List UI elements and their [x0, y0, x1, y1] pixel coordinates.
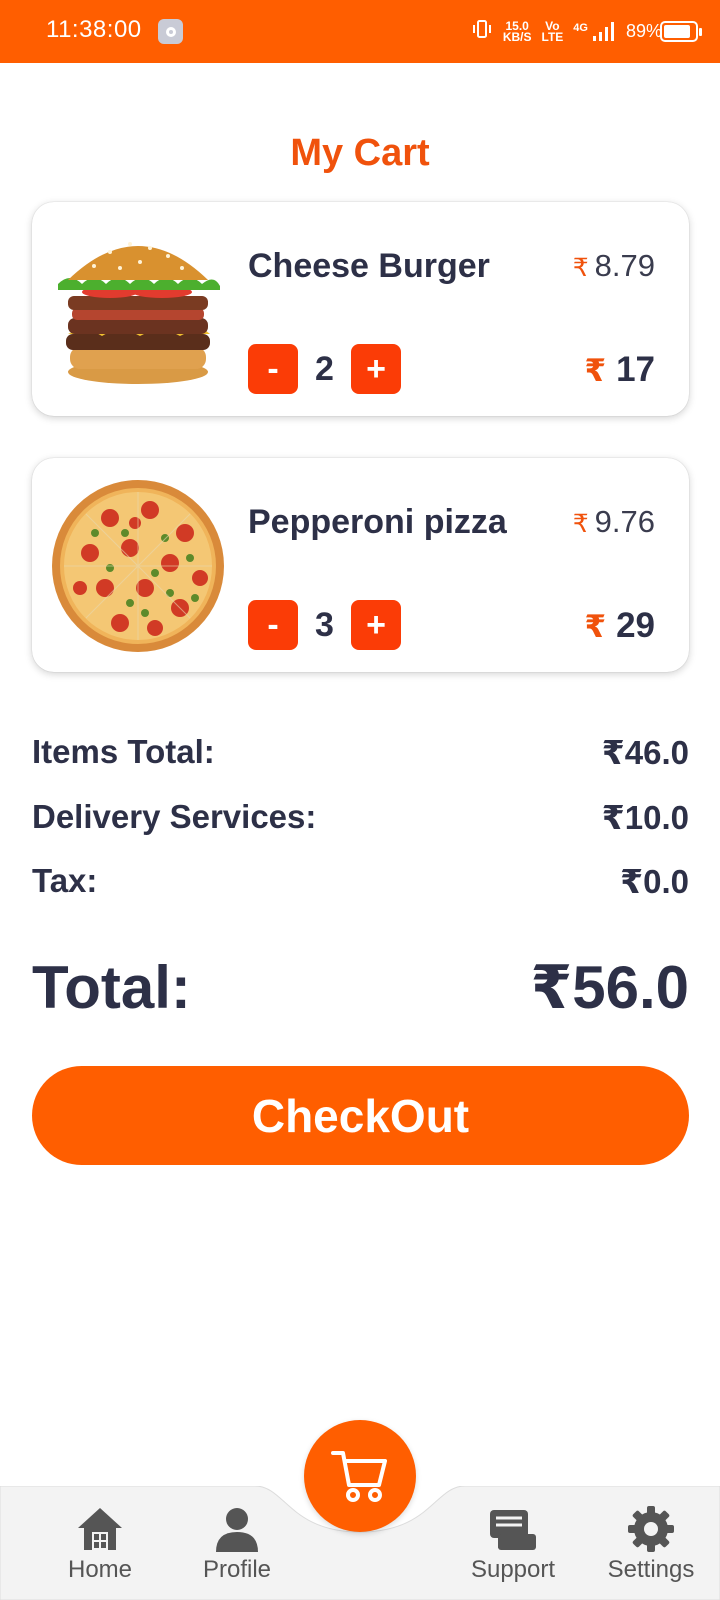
line-total: ₹17: [584, 350, 655, 390]
grand-total-row: Total: ₹56.0: [32, 953, 689, 1023]
tax-row: Tax: ₹0.0: [32, 862, 689, 901]
signal-icon: 4G: [573, 21, 616, 42]
pizza-image: [52, 480, 224, 652]
cart-item-card: Pepperoni pizza ₹9.76 - 3 + ₹29: [32, 458, 689, 672]
rupee-symbol: ₹: [572, 510, 589, 538]
increase-quantity-button[interactable]: +: [351, 600, 401, 650]
decrease-quantity-button[interactable]: -: [248, 344, 298, 394]
settings-notification-icon: [158, 19, 183, 44]
nav-label: Home: [67, 1556, 133, 1583]
rupee-symbol: ₹: [584, 609, 607, 644]
line-total: ₹29: [584, 606, 655, 646]
unit-price-value: 8.79: [594, 248, 655, 283]
delivery-row: Delivery Services: ₹10.0: [32, 798, 689, 837]
unit-price: ₹8.79: [573, 248, 655, 284]
status-indicators: 15.0 KB/S Vo LTE 4G 89%: [471, 18, 662, 45]
increase-quantity-button[interactable]: +: [351, 344, 401, 394]
decrease-quantity-button[interactable]: -: [248, 600, 298, 650]
cart-button[interactable]: [304, 1420, 416, 1532]
delivery-label: Delivery Services:: [32, 798, 317, 835]
volte-bottom: LTE: [541, 29, 564, 44]
unit-price-value: 9.76: [594, 504, 655, 539]
rupee-symbol: ₹: [584, 353, 607, 388]
line-total-value: 29: [616, 606, 655, 645]
tax-label: Tax:: [32, 862, 98, 899]
delivery-value: ₹10.0: [601, 799, 689, 836]
home-icon: [78, 1508, 122, 1550]
battery-icon: [660, 21, 702, 42]
chat-icon: [490, 1510, 536, 1550]
network-speed: 15.0 KB/S: [502, 20, 532, 44]
burger-image: [58, 242, 220, 384]
checkout-button[interactable]: CheckOut: [32, 1066, 689, 1165]
item-name: Pepperoni pizza: [248, 503, 507, 541]
page-title: My Cart: [290, 132, 430, 174]
nav-home[interactable]: Home: [40, 1504, 160, 1584]
items-total-value: ₹46.0: [601, 734, 689, 771]
nav-settings[interactable]: Settings: [591, 1504, 711, 1584]
gear-icon: [628, 1506, 674, 1552]
nav-profile[interactable]: Profile: [177, 1504, 297, 1584]
items-total-label: Items Total:: [32, 733, 215, 770]
cart-item-card: Cheese Burger ₹8.79 - 2 + ₹17: [32, 202, 689, 416]
quantity-value: 2: [315, 350, 334, 388]
status-time: 11:38:00: [46, 16, 142, 43]
nav-support[interactable]: Support: [453, 1504, 573, 1584]
total-value: ₹56.0: [530, 954, 689, 1021]
line-total-value: 17: [616, 350, 655, 389]
rupee-symbol: ₹: [572, 254, 589, 282]
status-bar: 11:38:00 15.0 KB/S Vo LTE 4G 89%: [0, 0, 720, 63]
unit-price: ₹9.76: [573, 504, 655, 540]
nav-label: Settings: [607, 1556, 695, 1583]
total-label: Total:: [32, 954, 191, 1021]
items-total-row: Items Total: ₹46.0: [32, 733, 689, 772]
battery-percent: 89%: [625, 21, 662, 41]
cart-icon: [331, 1451, 387, 1502]
nav-label: Support: [470, 1556, 556, 1583]
network-speed-unit: KB/S: [502, 29, 532, 44]
vibrate-icon: [471, 18, 493, 45]
tax-value: ₹0.0: [620, 863, 689, 900]
nav-label: Profile: [202, 1556, 272, 1583]
item-name: Cheese Burger: [248, 247, 490, 285]
volte-indicator: Vo LTE: [541, 20, 564, 44]
quantity-value: 3: [315, 606, 334, 644]
person-icon: [216, 1508, 258, 1552]
network-type: 4G: [573, 21, 588, 34]
